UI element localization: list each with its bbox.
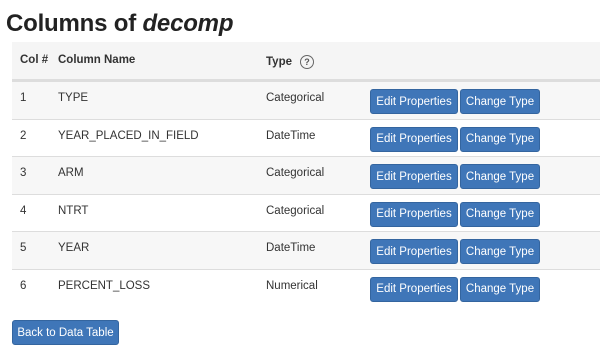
- change-type-button[interactable]: Change Type: [460, 201, 540, 227]
- cell-type: Categorical: [266, 204, 325, 217]
- cell-col-num: 3: [20, 167, 27, 179]
- change-type-button[interactable]: Change Type: [460, 164, 540, 189]
- cell-col-num: 4: [20, 204, 27, 217]
- edit-properties-button[interactable]: Edit Properties: [370, 164, 458, 189]
- table-body: 1 TYPE Categorical Edit Properties Change Ty…: [12, 81, 600, 306]
- table-row: 4 NTRT Categorical Edit Properties Change Ty…: [12, 193, 600, 231]
- change-type-button[interactable]: Change Type: [460, 126, 540, 152]
- header-col-num: Col #: [20, 54, 49, 66]
- cell-type: Numerical: [266, 279, 318, 292]
- table-row: 6 PERCENT_LOSS Numerical Edit Properties Cha…: [12, 268, 600, 306]
- cell-column-name: TYPE: [58, 92, 89, 104]
- cell-column-name: ARM: [58, 167, 84, 179]
- edit-properties-button[interactable]: Edit Properties: [370, 201, 458, 227]
- page-title-prefix: Columns of: [6, 10, 143, 37]
- page-title: Columns of decomp: [6, 10, 233, 38]
- edit-properties-button[interactable]: Edit Properties: [370, 276, 458, 302]
- change-type-button[interactable]: Change Type: [460, 89, 540, 114]
- header-type-label: Type: [266, 56, 292, 68]
- cell-type: Categorical: [266, 92, 325, 104]
- question-circle-icon[interactable]: ?: [300, 55, 314, 69]
- edit-properties-button[interactable]: Edit Properties: [370, 239, 458, 264]
- cell-col-num: 6: [20, 279, 27, 292]
- cell-type: DateTime: [266, 242, 316, 254]
- edit-properties-button[interactable]: Edit Properties: [370, 126, 458, 152]
- table-row: 3 ARM Categorical Edit Properties Change Typ…: [12, 156, 600, 194]
- edit-properties-button[interactable]: Edit Properties: [370, 89, 458, 114]
- columns-table: Col # Column Name Type ? 1 TYPE Categorica…: [12, 42, 600, 306]
- cell-col-num: 5: [20, 242, 27, 254]
- cell-column-name: YEAR_PLACED_IN_FIELD: [58, 129, 199, 142]
- table-row: 5 YEAR DateTime Edit Properties Change Type: [12, 231, 600, 269]
- cell-type: Categorical: [266, 167, 325, 179]
- cell-column-name: NTRT: [58, 204, 89, 217]
- cell-column-name: PERCENT_LOSS: [58, 279, 151, 292]
- table-row: 1 TYPE Categorical Edit Properties Change Ty…: [12, 81, 600, 119]
- change-type-button[interactable]: Change Type: [460, 239, 540, 264]
- cell-type: DateTime: [266, 129, 316, 142]
- table-row: 2 YEAR_PLACED_IN_FIELD DateTime Edit Proper…: [12, 118, 600, 156]
- table-header: Col # Column Name Type ?: [12, 42, 600, 81]
- cell-col-num: 1: [20, 92, 27, 104]
- cell-col-num: 2: [20, 129, 27, 142]
- back-to-data-table-button[interactable]: Back to Data Table: [12, 320, 119, 345]
- change-type-button[interactable]: Change Type: [460, 276, 540, 302]
- dataset-name: decomp: [142, 10, 234, 37]
- columns-page: Columns of decomp Col # Column Name Type…: [0, 0, 600, 353]
- header-column-name: Column Name: [58, 54, 136, 66]
- cell-column-name: YEAR: [58, 242, 90, 254]
- header-type: Type ?: [266, 55, 314, 69]
